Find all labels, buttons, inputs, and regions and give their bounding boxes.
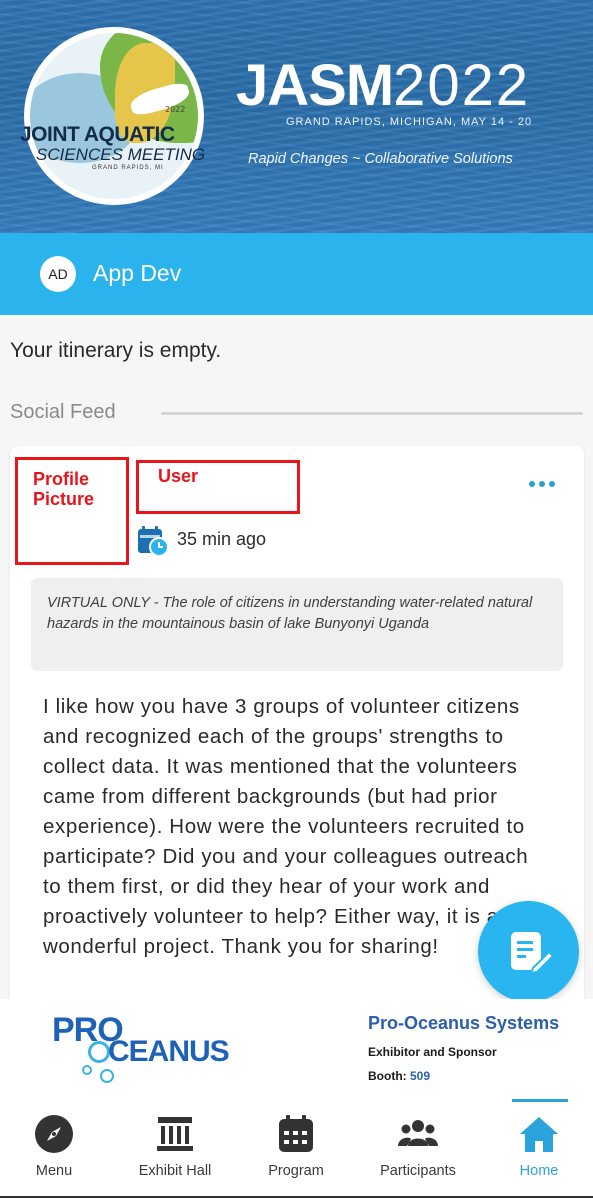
session-reference[interactable]: VIRTUAL ONLY - The role of citizens in u…	[31, 578, 563, 671]
compass-icon	[35, 1115, 73, 1153]
profile-picture-label: Profile Picture	[33, 469, 95, 509]
calendar-clock-icon	[138, 526, 169, 557]
sponsor-logo-circle	[88, 1041, 110, 1063]
event-banner: 2022 JOINT AQUATIC SCIENCES MEETING GRAN…	[0, 0, 593, 233]
event-tagline: Rapid Changes ~ Collaborative Solutions	[248, 151, 513, 167]
calendar-icon	[279, 1115, 313, 1152]
logo-title: JOINT AQUATIC	[20, 123, 175, 146]
itinerary-message: Your itinerary is empty.	[10, 339, 222, 362]
post-timestamp: 35 min ago	[177, 529, 267, 549]
home-icon	[520, 1117, 558, 1152]
nav-item-home[interactable]: Home	[480, 1099, 593, 1196]
main-content: Your itinerary is empty. Social Feed Pro…	[0, 315, 593, 999]
logo-year: 2022	[165, 105, 186, 114]
section-title: Social Feed	[10, 401, 116, 423]
bubble-icon	[82, 1065, 92, 1075]
sponsor-banner[interactable]: PRO CEANUS Pro-Oceanus Systems Exhibitor…	[0, 999, 593, 1099]
event-subtitle: GRAND RAPIDS, MICHIGAN, MAY 14 - 20	[286, 116, 533, 128]
avatar[interactable]: AD	[40, 256, 76, 292]
compose-post-button[interactable]	[478, 901, 579, 1002]
user-name[interactable]: App Dev	[93, 260, 181, 287]
sponsor-name: Pro-Oceanus Systems	[368, 1013, 560, 1033]
event-title: JASM2022	[236, 53, 531, 118]
sponsor-role: Exhibitor and Sponsor	[368, 1045, 497, 1059]
event-logo	[24, 27, 204, 205]
nav-item-menu[interactable]: Menu	[0, 1099, 113, 1196]
nav-item-participants[interactable]: Participants	[359, 1099, 477, 1196]
post-body: I like how you have 3 groups of voluntee…	[43, 695, 529, 958]
divider	[161, 412, 583, 415]
logo-subtitle: SCIENCES MEETING	[36, 145, 206, 164]
edit-note-icon	[510, 931, 554, 974]
people-icon	[398, 1120, 438, 1146]
nav-item-exhibit-hall[interactable]: Exhibit Hall	[116, 1099, 234, 1196]
sponsor-booth: Booth: 509	[368, 1069, 431, 1083]
user-bar[interactable]: AD App Dev	[0, 233, 593, 315]
sponsor-logo-oceanus: CEANUS	[108, 1035, 230, 1068]
user-label: User	[158, 466, 199, 486]
nav-item-program[interactable]: Program	[237, 1099, 355, 1196]
building-icon	[157, 1117, 193, 1151]
more-options-button[interactable]	[525, 476, 559, 492]
bubble-icon	[100, 1069, 114, 1083]
bottom-navigation: Menu Exhibit Hall Program Participants H…	[0, 1099, 593, 1198]
logo-location: GRAND RAPIDS, MI	[92, 165, 164, 171]
